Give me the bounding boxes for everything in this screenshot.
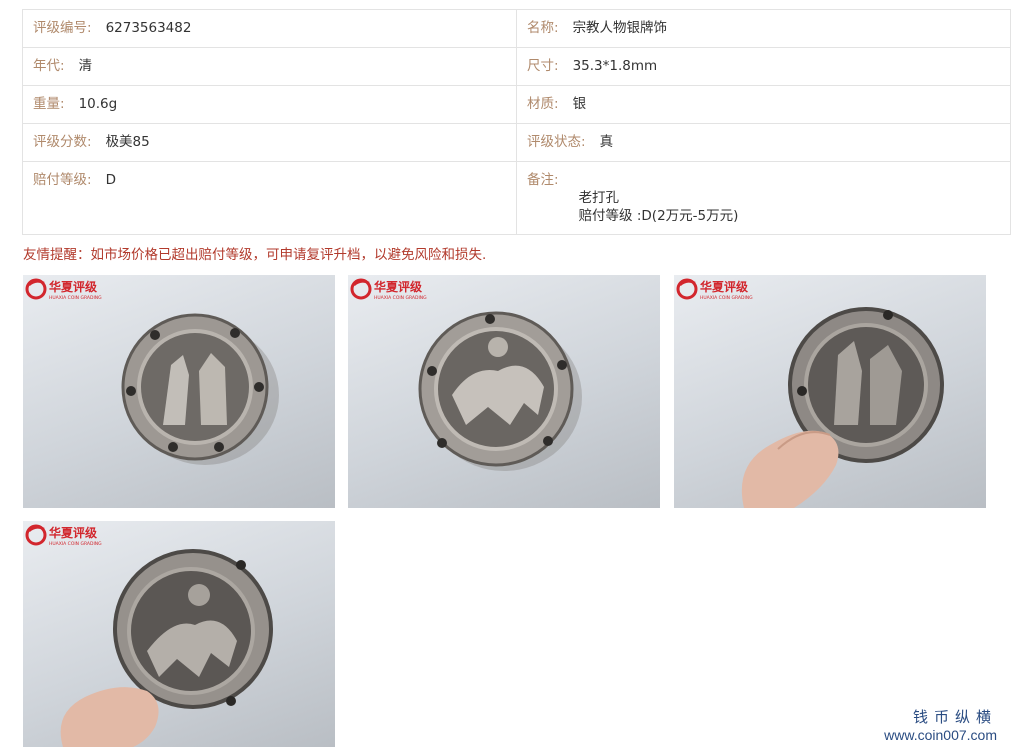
site-watermark: 钱币纵横 www.coin007.com	[884, 706, 997, 743]
watermark-sub: HUAXIA COIN GRADING	[49, 295, 102, 301]
coin-photo-illustration	[418, 311, 582, 471]
huaxia-logo: 华夏评级 HUAXIA COIN GRADING	[25, 524, 102, 547]
product-photo-4[interactable]: 华夏评级 HUAXIA COIN GRADING	[23, 521, 335, 747]
product-photo-3[interactable]: 华夏评级 HUAXIA COIN GRADING	[674, 275, 986, 508]
product-photo-1[interactable]: 华夏评级 HUAXIA COIN GRADING	[23, 275, 335, 508]
field-label-status: 评级状态:	[527, 134, 586, 150]
product-photo-2[interactable]: 华夏评级 HUAXIA COIN GRADING	[348, 275, 660, 508]
watermark-brand: 华夏评级	[49, 525, 97, 540]
field-label-size: 尺寸:	[527, 58, 559, 74]
grading-watermark: 华夏评级 HUAXIA COIN GRADING	[676, 277, 756, 307]
watermark-sub: HUAXIA COIN GRADING	[700, 295, 753, 301]
info-cell: 名称: 宗教人物银牌饰	[516, 9, 1011, 48]
info-row: 赔付等级: D 备注: 老打孔 赔付等级 :D(2万元-5万元)	[22, 161, 1011, 235]
field-value-weight: 10.6g	[78, 96, 118, 112]
info-row: 评级编号: 6273563482 名称: 宗教人物银牌饰	[22, 9, 1011, 48]
info-cell: 评级编号: 6273563482	[22, 9, 517, 48]
info-cell: 评级分数: 极美85	[22, 123, 517, 162]
coin-photo-illustration	[60, 549, 273, 747]
site-name: 钱币纵横	[912, 709, 997, 726]
field-label-score: 评级分数:	[33, 134, 92, 150]
field-value-era: 清	[78, 58, 93, 74]
grading-watermark: 华夏评级 HUAXIA COIN GRADING	[350, 277, 430, 307]
info-cell: 评级状态: 真	[516, 123, 1011, 162]
huaxia-logo: 华夏评级 HUAXIA COIN GRADING	[350, 278, 427, 301]
field-value-grading-number: 6273563482	[105, 20, 192, 36]
info-cell: 尺寸: 35.3*1.8mm	[516, 47, 1011, 86]
watermark-brand: 华夏评级	[700, 279, 748, 294]
field-label-weight: 重量:	[33, 96, 65, 112]
info-cell: 材质: 银	[516, 85, 1011, 124]
field-label-name: 名称:	[527, 20, 559, 36]
watermark-brand: 华夏评级	[374, 279, 422, 294]
field-value-name: 宗教人物银牌饰	[572, 20, 668, 36]
site-url: www.coin007.com	[884, 727, 997, 743]
info-row: 重量: 10.6g 材质: 银	[22, 85, 1011, 124]
friendly-reminder: 友情提醒：如市场价格已超出赔付等级，可申请复评升档，以避免风险和损失.	[23, 247, 487, 263]
field-label-remarks: 备注:	[527, 172, 559, 188]
coin-photo-illustration	[741, 307, 944, 508]
watermark-sub: HUAXIA COIN GRADING	[374, 295, 427, 301]
info-cell: 赔付等级: D	[22, 161, 517, 235]
remark-line: 赔付等级 :D(2万元-5万元)	[578, 208, 739, 224]
remark-line: 老打孔	[578, 190, 620, 206]
watermark-brand: 华夏评级	[49, 279, 97, 294]
info-cell: 年代: 清	[22, 47, 517, 86]
grading-watermark: 华夏评级 HUAXIA COIN GRADING	[25, 277, 105, 307]
field-value-score: 极美85	[105, 134, 150, 150]
remarks-notes: 老打孔 赔付等级 :D(2万元-5万元)	[579, 189, 739, 225]
huaxia-logo: 华夏评级 HUAXIA COIN GRADING	[676, 278, 753, 301]
watermark-sub: HUAXIA COIN GRADING	[49, 541, 102, 547]
info-row: 评级分数: 极美85 评级状态: 真	[22, 123, 1011, 162]
info-cell: 重量: 10.6g	[22, 85, 517, 124]
field-label-material: 材质:	[527, 96, 559, 112]
field-label-era: 年代:	[33, 58, 65, 74]
field-value-status: 真	[599, 134, 614, 150]
grading-watermark: 华夏评级 HUAXIA COIN GRADING	[25, 523, 105, 553]
coin-photo-illustration	[121, 313, 279, 465]
huaxia-logo: 华夏评级 HUAXIA COIN GRADING	[25, 278, 102, 301]
field-label-grading-number: 评级编号:	[33, 20, 92, 36]
grading-info-table: 评级编号: 6273563482 名称: 宗教人物银牌饰 年代: 清 尺寸: 35.3*…	[22, 9, 1011, 235]
field-value-size: 35.3*1.8mm	[572, 58, 658, 74]
field-value-compensation: D	[105, 172, 116, 188]
info-row: 年代: 清 尺寸: 35.3*1.8mm	[22, 47, 1011, 86]
field-label-compensation: 赔付等级:	[33, 172, 92, 188]
field-value-material: 银	[572, 96, 587, 112]
info-cell: 备注: 老打孔 赔付等级 :D(2万元-5万元)	[516, 161, 1011, 235]
